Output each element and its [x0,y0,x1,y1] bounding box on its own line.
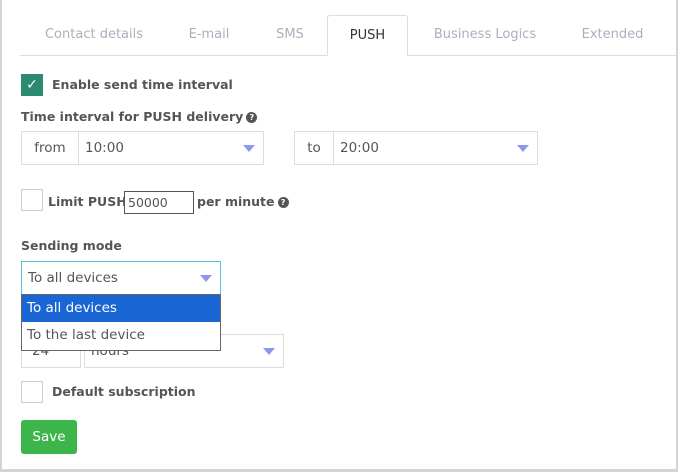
help-icon[interactable]: ? [277,197,289,208]
caret-down-icon [243,145,255,152]
default-subscription-label: Default subscription [52,384,196,399]
option-last-device[interactable]: To the last device [22,322,220,349]
check-icon: ✓ [26,77,38,93]
limit-checkbox[interactable] [21,189,43,211]
caret-down-icon [517,145,529,152]
caret-down-icon [200,275,212,282]
save-button[interactable]: Save [21,420,77,454]
tab-contact-details[interactable]: Contact details [40,15,148,56]
option-all-devices[interactable]: To all devices [22,295,220,322]
from-value: 10:00 [85,140,124,156]
sending-mode-select[interactable]: To all devices [21,261,221,295]
tab-business-logics[interactable]: Business Logics [425,15,545,56]
sending-mode-value: To all devices [28,270,118,286]
limit-label: Limit PUSH [48,194,127,209]
from-select[interactable]: 10:00 [79,132,263,164]
to-group: to 20:00 [294,131,538,165]
limit-input[interactable] [124,191,194,214]
default-subscription-checkbox[interactable] [21,381,43,403]
tab-extended[interactable]: Extended [565,15,660,56]
help-icon[interactable]: ? [246,112,258,123]
tab-push[interactable]: PUSH [327,15,408,56]
from-group: from 10:00 [21,131,264,165]
tab-sms[interactable]: SMS [260,15,320,56]
sending-mode-dropdown: To all devices To the last device [21,294,221,351]
sending-mode-label: Sending mode [21,238,122,253]
to-select[interactable]: 20:00 [334,132,537,164]
to-value: 20:00 [340,140,379,156]
interval-label-text: Time interval for PUSH delivery [21,109,244,124]
enable-interval-checkbox[interactable]: ✓ [21,74,43,96]
limit-suffix: per minute? [197,194,289,209]
enable-interval-label: Enable send time interval [52,77,233,92]
caret-down-icon [263,348,275,355]
from-addon: from [22,132,79,164]
tab-email[interactable]: E-mail [175,15,243,56]
limit-suffix-text: per minute [197,194,275,209]
interval-label: Time interval for PUSH delivery? [21,109,258,124]
window-frame [0,0,678,472]
to-addon: to [295,132,334,164]
